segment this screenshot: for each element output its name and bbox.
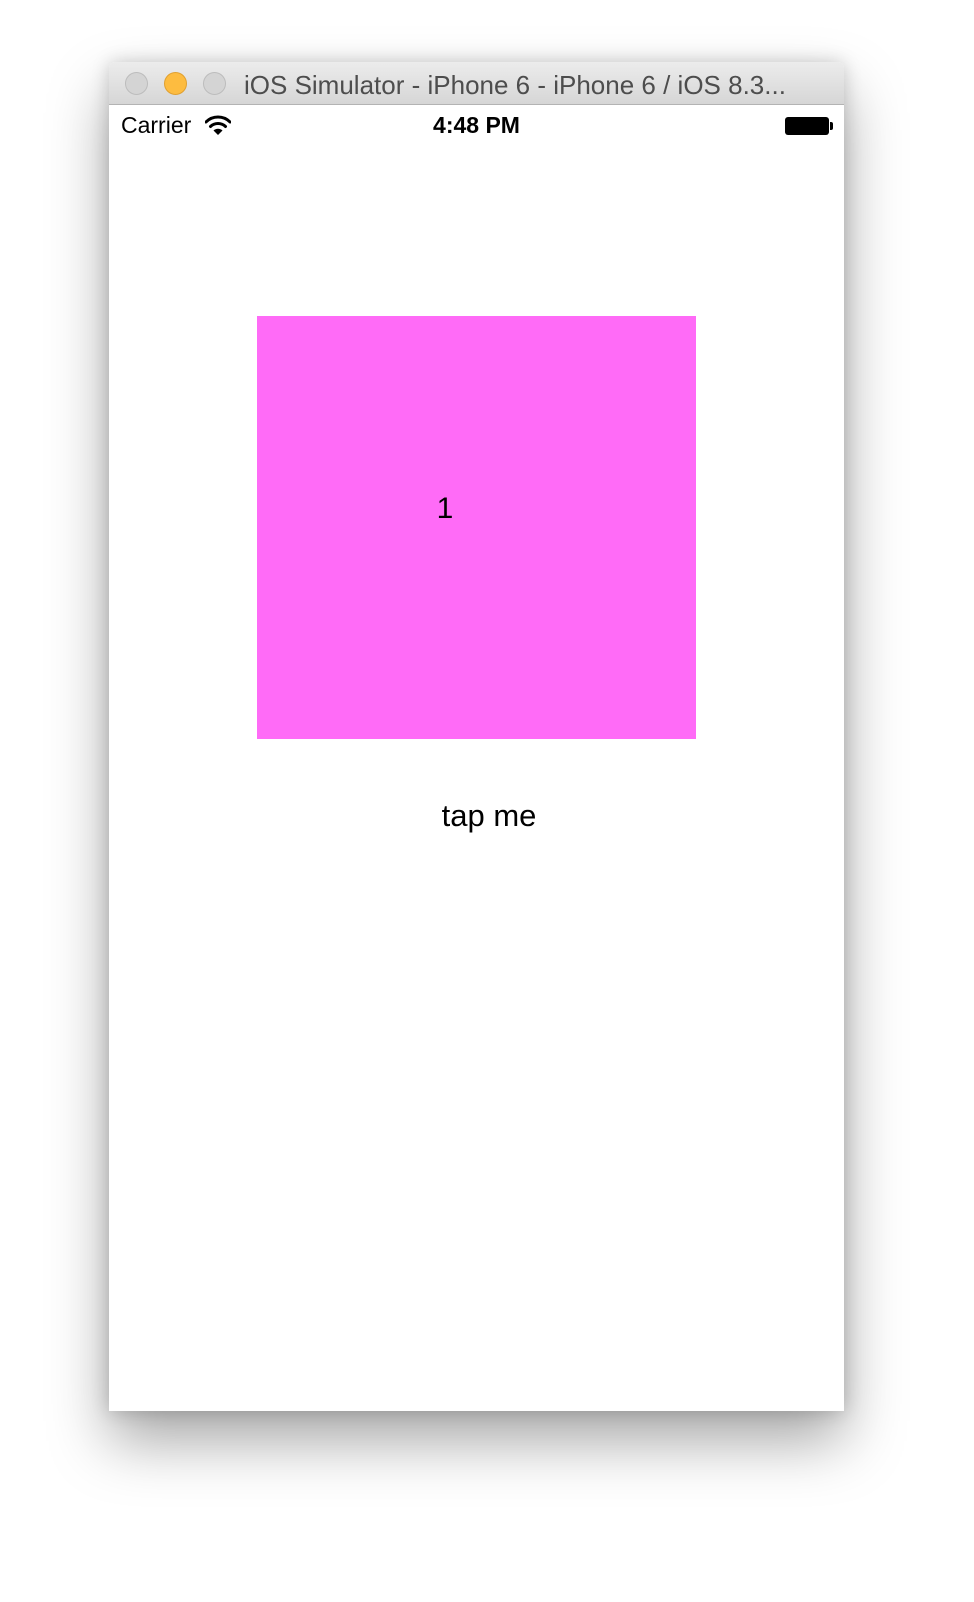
status-bar: Carrier 4:48 PM xyxy=(109,105,844,147)
battery-tip xyxy=(830,122,833,130)
tap-me-button[interactable]: tap me xyxy=(409,790,569,840)
title-bar[interactable]: iOS Simulator - iPhone 6 - iPhone 6 / iO… xyxy=(109,62,844,105)
square-label: 1 xyxy=(436,492,454,525)
minimize-button[interactable] xyxy=(164,72,187,95)
simulator-window: iOS Simulator - iPhone 6 - iPhone 6 / iO… xyxy=(109,62,844,1411)
colored-square: 1 xyxy=(257,316,696,739)
status-time: 4:48 PM xyxy=(433,112,520,138)
close-button[interactable] xyxy=(125,72,148,95)
window-title: iOS Simulator - iPhone 6 - iPhone 6 / iO… xyxy=(244,70,786,100)
battery-icon xyxy=(785,117,829,135)
zoom-button[interactable] xyxy=(203,72,226,95)
